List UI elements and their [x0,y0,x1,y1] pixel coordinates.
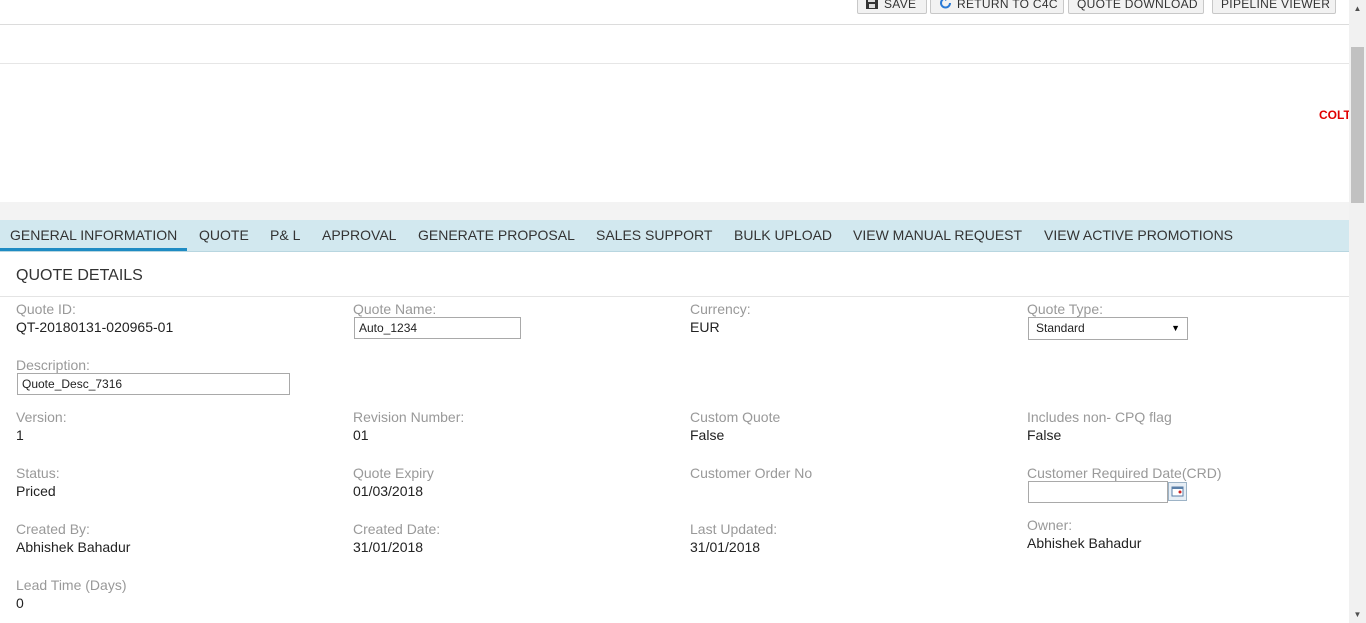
last-updated-value: 31/01/2018 [690,539,761,555]
return-to-c4c-label: RETURN TO C4C [957,0,1058,11]
tab-bulk-upload[interactable]: BULK UPLOAD [724,220,842,251]
description-input[interactable] [17,373,290,395]
dropdown-arrow-icon: ▼ [1171,323,1180,333]
non-cpq-flag-label: Includes non- CPQ flag [1027,409,1172,425]
banner-area [0,64,1349,202]
owner-label: Owner: [1027,517,1073,533]
floppy-disk-icon [866,0,878,9]
custom-quote-label: Custom Quote [690,409,781,425]
created-by-label: Created By: [16,521,90,537]
quote-download-button[interactable]: QUOTE DOWNLOAD [1068,0,1204,14]
main-tabs: GENERAL INFORMATION QUOTE P& L APPROVAL … [0,220,1349,252]
colt-logo: COLT [1319,108,1349,122]
section-title: QUOTE DETAILS [16,267,143,284]
section-gap [0,202,1349,220]
lead-time-value: 0 [16,595,24,611]
vertical-scrollbar[interactable]: ▲ ▼ [1349,0,1366,623]
status-label: Status: [16,465,60,481]
currency-label: Currency: [690,301,751,317]
quote-type-select[interactable]: Standard ▼ [1028,317,1188,340]
crd-label: Customer Required Date(CRD) [1027,465,1222,481]
pipeline-viewer-label: PIPELINE VIEWER [1221,0,1331,11]
created-date-value: 31/01/2018 [353,539,424,555]
crd-date-input[interactable] [1028,481,1168,503]
custom-quote-value: False [690,427,725,443]
lead-time-label: Lead Time (Days) [16,577,127,593]
tab-quote[interactable]: QUOTE [189,220,259,251]
scrollbar-thumb[interactable] [1351,47,1364,203]
quote-type-selected: Standard [1036,321,1085,335]
quote-expiry-value: 01/03/2018 [353,483,424,499]
return-to-c4c-button[interactable]: RETURN TO C4C [930,0,1064,14]
tab-p-and-l[interactable]: P& L [260,220,310,251]
calendar-button[interactable] [1168,482,1187,501]
scroll-up-arrow-icon[interactable]: ▲ [1349,0,1366,17]
quote-type-label: Quote Type: [1027,301,1104,317]
save-button-label: SAVE [884,0,917,11]
quote-name-label: Quote Name: [353,301,437,317]
last-updated-label: Last Updated: [690,521,778,537]
created-by-value: Abhishek Bahadur [16,539,131,555]
owner-value: Abhishek Bahadur [1027,535,1142,551]
quote-id-label: Quote ID: [16,301,76,317]
tab-approval[interactable]: APPROVAL [312,220,406,251]
quote-id-value: QT-20180131-020965-01 [16,319,174,335]
quote-expiry-label: Quote Expiry [353,465,434,481]
currency-value: EUR [690,319,720,335]
pipeline-viewer-button[interactable]: PIPELINE VIEWER [1212,0,1336,14]
version-label: Version: [16,409,67,425]
tab-view-manual-request[interactable]: VIEW MANUAL REQUEST [843,220,1032,251]
description-label: Description: [16,357,90,373]
header-band [0,25,1349,64]
refresh-arrow-icon [939,0,951,9]
scroll-down-arrow-icon[interactable]: ▼ [1349,606,1366,623]
revision-number-label: Revision Number: [353,409,465,425]
section-divider [0,296,1349,297]
customer-order-no-label: Customer Order No [690,465,813,481]
top-toolbar: SAVE RETURN TO C4C QUOTE DOWNLOAD PIPELI… [0,0,1349,25]
quote-name-input[interactable] [354,317,521,339]
tab-sales-support[interactable]: SALES SUPPORT [586,220,722,251]
tab-generate-proposal[interactable]: GENERATE PROPOSAL [408,220,585,251]
status-value: Priced [16,483,56,499]
save-button[interactable]: SAVE [857,0,927,14]
tab-general-information[interactable]: GENERAL INFORMATION [0,220,187,251]
version-value: 1 [16,427,24,443]
tab-view-active-promotions[interactable]: VIEW ACTIVE PROMOTIONS [1034,220,1243,251]
non-cpq-flag-value: False [1027,427,1062,443]
revision-number-value: 01 [353,427,369,443]
quote-download-label: QUOTE DOWNLOAD [1077,0,1198,11]
created-date-label: Created Date: [353,521,441,537]
calendar-icon [1171,486,1184,497]
